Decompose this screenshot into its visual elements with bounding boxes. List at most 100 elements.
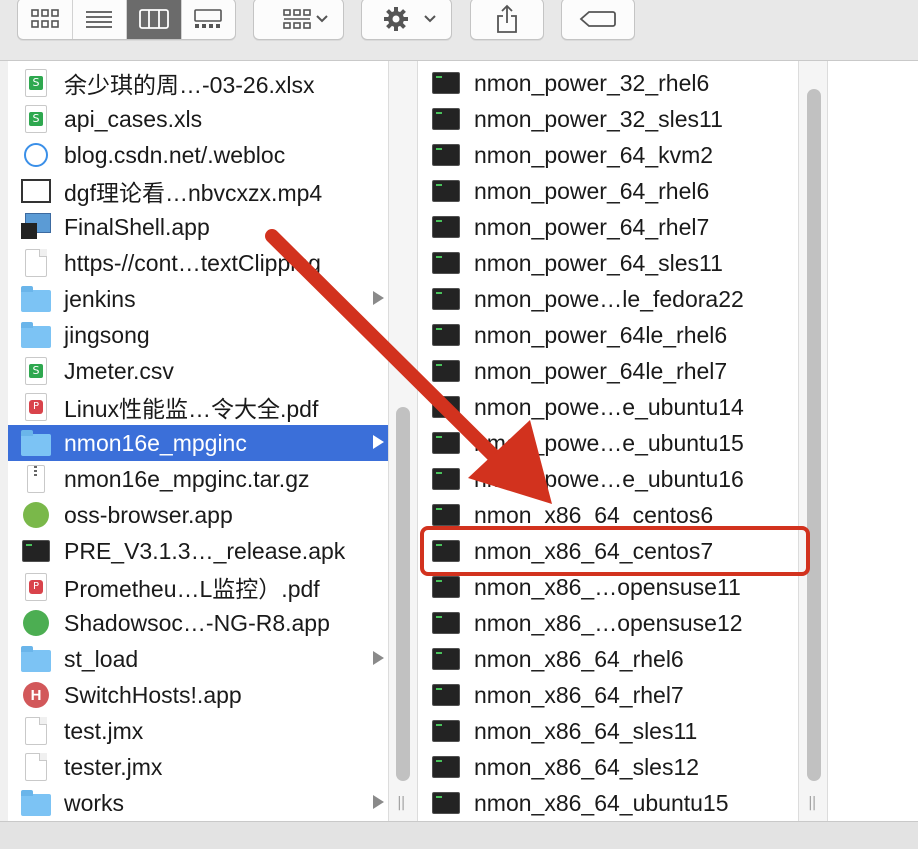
file-row[interactable]: nmon_x86_64_sles12 xyxy=(418,749,798,785)
file-row[interactable]: nmon_x86_64_rhel6 xyxy=(418,641,798,677)
terminal-executable-icon xyxy=(430,428,462,458)
file-name: nmon_power_32_rhel6 xyxy=(474,69,710,96)
file-row[interactable]: 余少琪的周…-03-26.xlsx xyxy=(8,65,388,101)
group-by-button[interactable] xyxy=(253,0,344,40)
terminal-executable-icon xyxy=(430,716,462,746)
window-left-edge xyxy=(0,61,8,821)
file-row[interactable]: nmon_power_32_sles11 xyxy=(418,101,798,137)
terminal-executable-icon xyxy=(430,140,462,170)
file-row[interactable]: nmon_power_64_rhel7 xyxy=(418,209,798,245)
terminal-executable-icon xyxy=(430,572,462,602)
file-row[interactable]: nmon_powe…le_fedora22 xyxy=(418,281,798,317)
file-row[interactable]: Jmeter.csv xyxy=(8,353,388,389)
file-row[interactable]: https-//cont…textClipping xyxy=(8,245,388,281)
file-row[interactable]: nmon_power_64_kvm2 xyxy=(418,137,798,173)
share-icon xyxy=(497,4,517,33)
file-row[interactable]: jingsong xyxy=(8,317,388,353)
file-row[interactable]: dgf理论看…nbvcxzx.mp4 xyxy=(8,173,388,209)
file-row[interactable]: nmon_x86_…opensuse12 xyxy=(418,605,798,641)
finder-column-parent[interactable]: 余少琪的周…-03-26.xlsx api_cases.xls blog.csdn.… xyxy=(8,61,388,821)
file-row[interactable]: st_load xyxy=(8,641,388,677)
file-row[interactable]: nmon_power_64_sles11 xyxy=(418,245,798,281)
view-mode-segmented-control xyxy=(17,0,236,40)
finder-column-contents[interactable]: nmon_power_32_rhel6 nmon_power_32_sles11n… xyxy=(418,61,798,821)
icon-view-button[interactable] xyxy=(18,0,73,39)
scrollbar-thumb[interactable] xyxy=(396,407,410,781)
file-name: 余少琪的周…-03-26.xlsx xyxy=(64,72,315,98)
file-row[interactable]: nmon_powe…e_ubuntu16 xyxy=(418,461,798,497)
terminal-executable-icon xyxy=(430,320,462,350)
file-name: Linux性能监…令大全.pdf xyxy=(64,396,319,422)
file-row[interactable]: nmon_x86_64_centos7 xyxy=(418,533,798,569)
file-row[interactable]: nmon_power_64_rhel6 xyxy=(418,173,798,209)
file-row[interactable]: oss-browser.app xyxy=(8,497,388,533)
column-resize-handle-icon[interactable]: || xyxy=(808,795,817,811)
file-name: PRE_V3.1.3…_release.apk xyxy=(64,537,346,564)
file-list: nmon_power_32_rhel6 nmon_power_32_sles11n… xyxy=(418,65,798,821)
archive-icon xyxy=(20,464,52,494)
file-name: test.jmx xyxy=(64,717,144,744)
file-row[interactable]: jenkins xyxy=(8,281,388,317)
file-row[interactable]: PRE_V3.1.3…_release.apk xyxy=(8,533,388,569)
file-row[interactable]: nmon_power_64le_rhel7 xyxy=(418,353,798,389)
gear-icon xyxy=(384,7,408,31)
shadowsocks-app-icon xyxy=(20,608,52,638)
icon-view-icon xyxy=(30,9,59,28)
file-name: https-//cont…textClipping xyxy=(64,249,321,276)
folder-icon xyxy=(20,428,52,458)
file-row[interactable]: nmon_powe…e_ubuntu14 xyxy=(418,389,798,425)
file-row[interactable]: nmon_x86_64_ubuntu15 xyxy=(418,785,798,821)
pdf-icon xyxy=(20,392,52,422)
terminal-executable-icon xyxy=(430,644,462,674)
action-menu-button[interactable] xyxy=(361,0,452,40)
file-row[interactable]: Prometheu…L监控）.pdf xyxy=(8,569,388,605)
file-row[interactable]: H SwitchHosts!.app xyxy=(8,677,388,713)
file-row[interactable]: test.jmx xyxy=(8,713,388,749)
scrollbar-thumb[interactable] xyxy=(807,89,821,781)
file-row[interactable]: FinalShell.app xyxy=(8,209,388,245)
file-row[interactable]: nmon_x86_64_sles11 xyxy=(418,713,798,749)
file-row[interactable]: nmon_x86_64_centos6 xyxy=(418,497,798,533)
spreadsheet-icon xyxy=(20,104,52,134)
terminal-executable-icon xyxy=(430,392,462,422)
file-row[interactable]: Shadowsoc…-NG-R8.app xyxy=(8,605,388,641)
file-name: nmon_x86_64_centos7 xyxy=(474,537,714,564)
column-divider[interactable]: || xyxy=(388,61,418,821)
file-row[interactable]: nmon_x86_64_rhel7 xyxy=(418,677,798,713)
finder-toolbar xyxy=(0,0,918,61)
terminal-executable-icon xyxy=(20,536,52,566)
file-row[interactable]: nmon16e_mpginc xyxy=(8,425,388,461)
file-row[interactable]: blog.csdn.net/.webloc xyxy=(8,137,388,173)
file-row[interactable]: Linux性能监…令大全.pdf xyxy=(8,389,388,425)
file-row[interactable]: tester.jmx xyxy=(8,749,388,785)
terminal-executable-icon xyxy=(430,104,462,134)
gallery-view-button[interactable] xyxy=(182,0,236,39)
terminal-executable-icon xyxy=(430,68,462,98)
file-row[interactable]: nmon_power_32_rhel6 xyxy=(418,65,798,101)
file-row[interactable]: works xyxy=(8,785,388,821)
column-resize-handle-icon[interactable]: || xyxy=(397,795,406,811)
file-row[interactable]: nmon_powe…e_ubuntu15 xyxy=(418,425,798,461)
tag-button[interactable] xyxy=(561,0,635,40)
file-row[interactable]: api_cases.xls xyxy=(8,101,388,137)
list-view-button[interactable] xyxy=(73,0,127,39)
file-name: nmon_power_64le_rhel7 xyxy=(474,357,728,384)
file-row[interactable]: nmon_x86_…opensuse11 xyxy=(418,569,798,605)
disclosure-chevron-icon xyxy=(373,435,384,449)
column-divider[interactable]: || xyxy=(798,61,828,821)
file-name: blog.csdn.net/.webloc xyxy=(64,141,286,168)
file-name: Jmeter.csv xyxy=(64,357,174,384)
file-row[interactable]: nmon16e_mpginc.tar.gz xyxy=(8,461,388,497)
share-button[interactable] xyxy=(470,0,544,40)
chevron-down-icon xyxy=(424,15,436,23)
tag-icon xyxy=(579,11,616,27)
column-view-button[interactable] xyxy=(127,0,182,39)
disclosure-chevron-icon xyxy=(373,651,384,665)
file-name: nmon_power_32_sles11 xyxy=(474,105,723,132)
file-name: Prometheu…L监控）.pdf xyxy=(64,576,320,602)
terminal-executable-icon xyxy=(430,788,462,818)
file-row[interactable]: nmon_power_64le_rhel6 xyxy=(418,317,798,353)
file-name: nmon_power_64_kvm2 xyxy=(474,141,714,168)
document-icon xyxy=(20,248,52,278)
pdf-icon xyxy=(20,572,52,602)
